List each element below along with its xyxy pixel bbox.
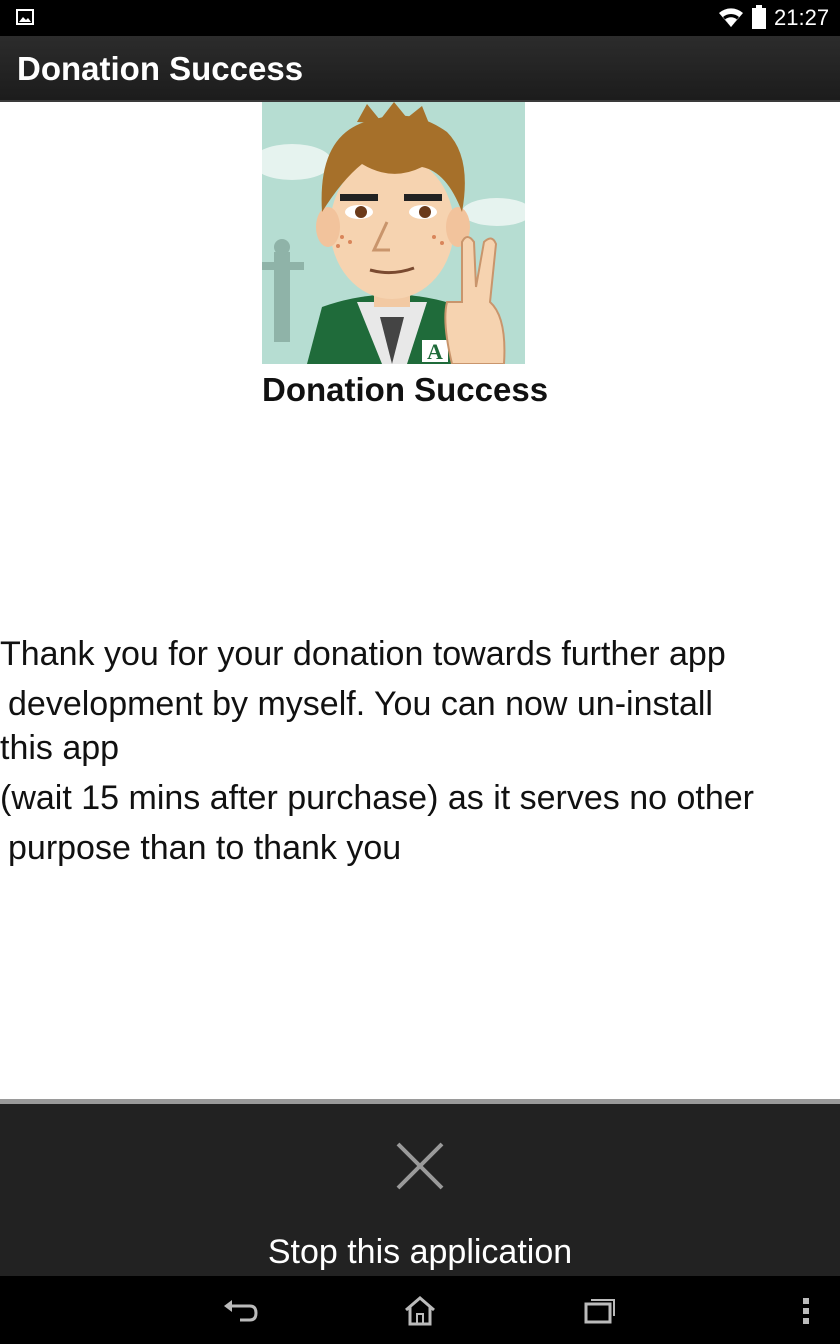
- message-line: this app: [0, 729, 120, 767]
- message-line: development by myself. You can now un-in…: [8, 685, 713, 723]
- action-bar: Donation Success: [0, 36, 840, 102]
- stop-application-label: Stop this application: [267, 1233, 573, 1271]
- close-icon: [396, 1142, 444, 1190]
- svg-text:A: A: [427, 339, 443, 364]
- overflow-menu-icon[interactable]: [798, 1294, 814, 1328]
- content-title: Donation Success: [262, 371, 549, 408]
- avatar-image: A: [262, 102, 525, 364]
- recents-icon[interactable]: [582, 1294, 618, 1328]
- status-clock: 21:27: [774, 5, 830, 30]
- action-bar-title: Donation Success: [17, 50, 304, 87]
- message-line: (wait 15 mins after purchase) as it serv…: [0, 779, 754, 817]
- message-line: purpose than to thank you: [8, 829, 402, 867]
- navigation-bar: [0, 1276, 840, 1344]
- screen: 21:27 Donation Success A Donation Succes…: [0, 0, 840, 1344]
- status-bar: 21:27: [0, 0, 840, 36]
- message-line: Thank you for your donation towards furt…: [0, 635, 726, 673]
- battery-icon: [752, 5, 766, 29]
- thank-you-message: Thank you for your donation towards furt…: [0, 632, 840, 870]
- home-icon[interactable]: [402, 1294, 438, 1328]
- back-icon[interactable]: [222, 1294, 258, 1328]
- gallery-icon: [16, 9, 34, 25]
- stop-application-button[interactable]: Stop this application: [0, 1099, 840, 1276]
- wifi-icon: [719, 8, 743, 27]
- main-content: A Donation Success Thank you for your do…: [0, 102, 840, 1099]
